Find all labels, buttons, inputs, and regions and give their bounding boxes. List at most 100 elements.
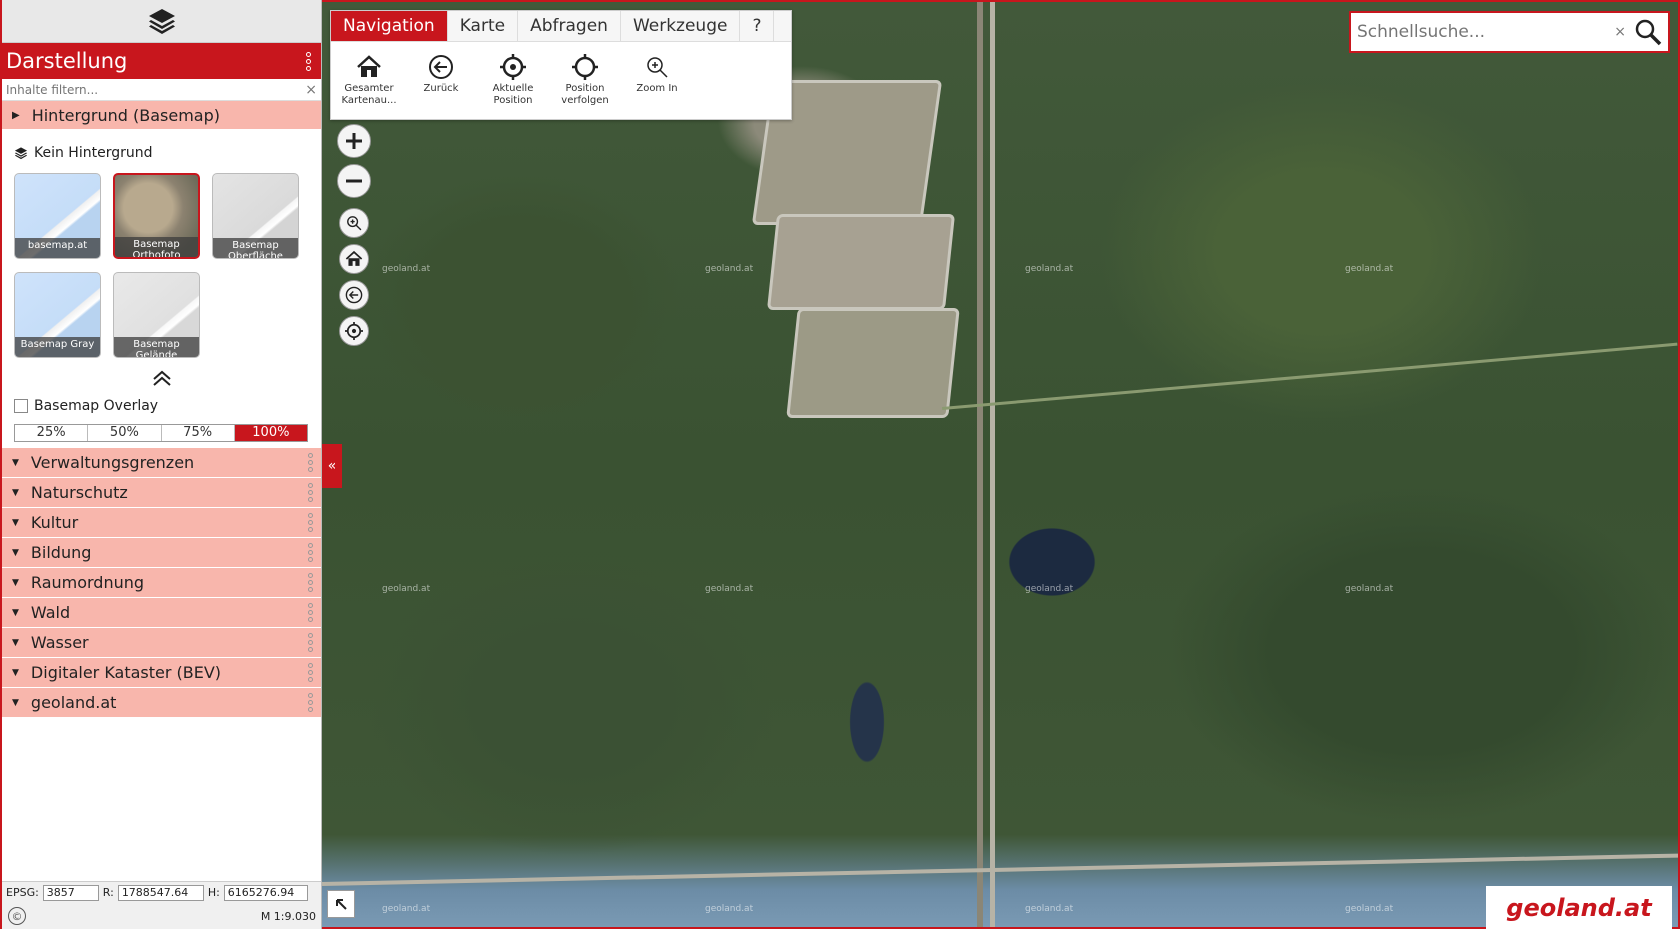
opacity-75-button[interactable]: 75% [162, 425, 235, 441]
group-naturschutz[interactable]: ▼ Naturschutz [2, 478, 321, 508]
caret-down-icon: ▼ [12, 457, 19, 468]
search-icon[interactable] [1634, 18, 1662, 46]
opacity-25-button[interactable]: 25% [15, 425, 89, 441]
group-label: Naturschutz [30, 483, 128, 502]
group-kultur[interactable]: ▼ Kultur [2, 508, 321, 538]
geoland-logo[interactable]: geoland.at [1486, 886, 1672, 929]
no-background-option[interactable]: Kein Hintergrund [14, 145, 309, 161]
map-watermark: geoland.at [1025, 584, 1074, 594]
panel-header: Darstellung [2, 43, 321, 79]
tab-help[interactable]: ? [740, 11, 775, 41]
caret-down-icon: ▼ [12, 667, 19, 678]
search-input[interactable] [1357, 22, 1607, 42]
opacity-selector: 25% 50% 75% 100% [14, 424, 308, 442]
layers-toggle-button[interactable] [2, 0, 321, 43]
group-menu-icon[interactable] [305, 693, 315, 712]
group-bildung[interactable]: ▼ Bildung [2, 538, 321, 568]
group-label: Digitaler Kataster (BEV) [30, 663, 222, 682]
crosshair-icon [345, 322, 363, 340]
current-position-button[interactable]: Aktuelle Position [479, 54, 547, 107]
search-clear-icon[interactable]: × [1614, 24, 1626, 40]
basemap-tile-oberflaeche[interactable]: Basemap Oberfläche [212, 173, 299, 259]
crosshair-follow-icon [572, 54, 598, 80]
group-label: Wasser [30, 633, 89, 652]
tab-karte[interactable]: Karte [448, 11, 519, 41]
basemap-tile-gelaende[interactable]: Basemap Gelände [113, 272, 200, 358]
basemap-overlay-checkbox[interactable] [14, 399, 28, 413]
home-button[interactable] [339, 244, 369, 274]
basemap-overlay-row[interactable]: Basemap Overlay [14, 398, 309, 414]
tile-label: Basemap Oberfläche [213, 238, 298, 258]
zoom-in-tool-button[interactable]: Zoom In [623, 54, 691, 107]
map-railway [977, 2, 983, 927]
r-label: R: [102, 886, 114, 899]
group-verwaltungsgrenzen[interactable]: ▼ Verwaltungsgrenzen [2, 448, 321, 478]
copyright-icon[interactable]: © [8, 907, 26, 925]
navigation-panel: Navigation Karte Abfragen Werkzeuge ? Ge… [330, 10, 792, 120]
layers-icon [148, 9, 175, 34]
h-label: H: [207, 886, 220, 899]
caret-down-icon: ▼ [12, 517, 19, 528]
zoom-box-button[interactable] [339, 208, 369, 238]
nav-tools: Gesamter Kartenau... Zurück Aktuelle Pos… [331, 42, 791, 107]
tool-label: Position verfolgen [561, 83, 609, 106]
collapse-tiles-button[interactable] [14, 370, 309, 390]
epsg-field[interactable]: 3857 [42, 884, 99, 901]
zoom-in-button[interactable] [337, 124, 371, 158]
follow-position-button[interactable]: Position verfolgen [551, 54, 619, 107]
tab-werkzeuge[interactable]: Werkzeuge [621, 11, 741, 41]
back-button[interactable]: Zurück [407, 54, 475, 107]
group-basemap[interactable]: ▶ Hintergrund (Basemap) [2, 101, 321, 129]
group-label: Kultur [30, 513, 79, 532]
group-menu-icon[interactable] [305, 573, 315, 592]
map-watermark: geoland.at [1345, 264, 1394, 274]
tab-navigation[interactable]: Navigation [331, 11, 448, 41]
group-wald[interactable]: ▼ Wald [2, 598, 321, 628]
home-icon [357, 55, 381, 77]
basemap-tile-gray[interactable]: Basemap Gray [14, 272, 101, 358]
crosshair-icon [500, 54, 526, 80]
filter-clear-icon[interactable]: × [305, 82, 317, 98]
map-watermark: geoland.at [1025, 904, 1074, 914]
group-menu-icon[interactable] [305, 453, 315, 472]
zoom-in-icon [347, 216, 362, 231]
group-menu-icon[interactable] [305, 513, 315, 532]
locate-button[interactable] [339, 316, 369, 346]
full-extent-button[interactable]: Gesamter Kartenau... [335, 54, 403, 107]
group-menu-icon[interactable] [305, 633, 315, 652]
basemap-tile-orthofoto[interactable]: Basemap Orthofoto [113, 173, 200, 259]
zoom-in-icon [647, 57, 668, 78]
home-icon [345, 250, 363, 266]
tile-label: basemap.at [15, 238, 100, 258]
no-background-label: Kein Hintergrund [34, 145, 153, 161]
overview-toggle-button[interactable] [327, 890, 355, 918]
group-label: Verwaltungsgrenzen [30, 453, 195, 472]
minus-icon [346, 179, 362, 183]
filter-input[interactable] [6, 82, 296, 97]
group-raumordnung[interactable]: ▼ Raumordnung [2, 568, 321, 598]
opacity-50-button[interactable]: 50% [88, 425, 162, 441]
zoom-out-button[interactable] [337, 164, 371, 198]
group-label: Bildung [30, 543, 92, 562]
panel-menu-icon[interactable] [303, 51, 313, 71]
layer-groups: ▼ Verwaltungsgrenzen ▼ Naturschutz ▼ Kultur… [2, 448, 321, 718]
map-controls [337, 124, 371, 346]
caret-right-icon: ▶ [12, 109, 20, 121]
map-canvas[interactable]: geoland.at geoland.at geoland.at geoland… [322, 0, 1680, 929]
group-digitaler-kataster[interactable]: ▼ Digitaler Kataster (BEV) [2, 658, 321, 688]
group-wasser[interactable]: ▼ Wasser [2, 628, 321, 658]
group-geoland[interactable]: ▼ geoland.at [2, 688, 321, 718]
group-menu-icon[interactable] [305, 603, 315, 622]
double-chevron-up-icon [152, 370, 171, 386]
tab-abfragen[interactable]: Abfragen [518, 11, 621, 41]
tile-label: Basemap Orthofoto [115, 237, 198, 257]
group-menu-icon[interactable] [305, 543, 315, 562]
sidebar-collapse-button[interactable]: « [322, 444, 342, 488]
group-menu-icon[interactable] [305, 663, 315, 682]
opacity-100-button[interactable]: 100% [234, 425, 307, 441]
basemap-tile-basemap-at[interactable]: basemap.at [14, 173, 101, 259]
nav-tabs: Navigation Karte Abfragen Werkzeuge ? [331, 11, 791, 42]
back-map-button[interactable] [339, 280, 369, 310]
layers-small-icon [14, 147, 28, 160]
group-menu-icon[interactable] [305, 483, 315, 502]
